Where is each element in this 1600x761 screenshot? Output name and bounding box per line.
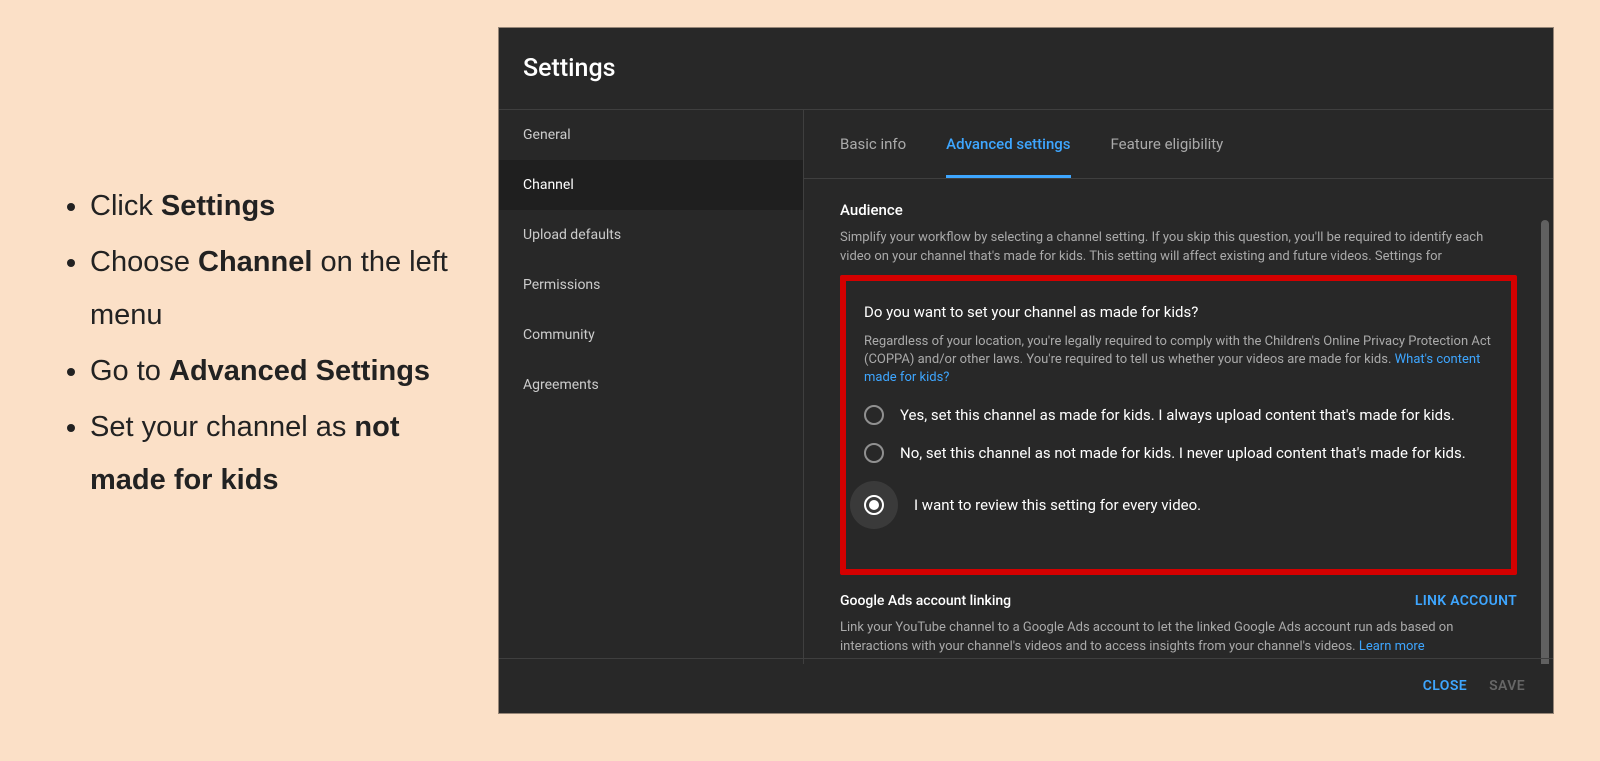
audience-legal: Regardless of your location, you're lega… xyxy=(864,333,1493,388)
ads-learn-more-link[interactable]: Learn more xyxy=(1359,639,1425,654)
radio-icon xyxy=(864,495,884,515)
settings-sidebar: General Channel Upload defaults Permissi… xyxy=(499,110,804,664)
audience-question: Do you want to set your channel as made … xyxy=(864,303,1493,321)
instruction-item: Set your channel as not made for kids xyxy=(90,401,472,508)
sidebar-item-agreements[interactable]: Agreements xyxy=(499,360,803,410)
dialog-footer: CLOSE SAVE xyxy=(499,658,1553,713)
sidebar-item-permissions[interactable]: Permissions xyxy=(499,260,803,310)
ads-linking-title: Google Ads account linking xyxy=(840,593,1011,609)
instructions-panel: Click Settings Choose Channel on the lef… xyxy=(52,180,472,510)
settings-dialog: Settings General Channel Upload defaults… xyxy=(499,28,1553,713)
radio-option-review[interactable]: I want to review this setting for every … xyxy=(864,481,1493,529)
sidebar-item-community[interactable]: Community xyxy=(499,310,803,360)
instruction-item: Go to Advanced Settings xyxy=(90,345,472,399)
radio-option-no[interactable]: No, set this channel as not made for kid… xyxy=(864,443,1493,463)
radio-ripple xyxy=(850,481,898,529)
ads-linking-desc: Link your YouTube channel to a Google Ad… xyxy=(840,619,1480,657)
dialog-title: Settings xyxy=(523,54,1529,83)
radio-option-yes[interactable]: Yes, set this channel as made for kids. … xyxy=(864,405,1493,425)
audience-highlight-box: Do you want to set your channel as made … xyxy=(840,275,1517,576)
link-account-button[interactable]: LINK ACCOUNT xyxy=(1415,593,1517,609)
radio-label: No, set this channel as not made for kid… xyxy=(900,444,1466,462)
sidebar-item-general[interactable]: General xyxy=(499,110,803,160)
tab-feature-eligibility[interactable]: Feature eligibility xyxy=(1111,111,1224,177)
radio-icon xyxy=(864,443,884,463)
tab-basic-info[interactable]: Basic info xyxy=(840,111,906,177)
audience-desc: Simplify your workflow by selecting a ch… xyxy=(840,229,1500,267)
instruction-item: Choose Channel on the left menu xyxy=(90,236,472,343)
sidebar-item-channel[interactable]: Channel xyxy=(499,160,803,210)
dialog-header: Settings xyxy=(499,28,1553,109)
radio-label: I want to review this setting for every … xyxy=(914,496,1201,514)
sidebar-item-upload-defaults[interactable]: Upload defaults xyxy=(499,210,803,260)
settings-tabs: Basic info Advanced settings Feature eli… xyxy=(804,110,1553,179)
save-button[interactable]: SAVE xyxy=(1489,678,1525,694)
settings-main: Basic info Advanced settings Feature eli… xyxy=(804,110,1553,664)
tab-advanced-settings[interactable]: Advanced settings xyxy=(946,111,1070,177)
radio-icon xyxy=(864,405,884,425)
instruction-item: Click Settings xyxy=(90,180,472,234)
radio-label: Yes, set this channel as made for kids. … xyxy=(900,406,1455,424)
audience-heading: Audience xyxy=(840,201,1517,219)
close-button[interactable]: CLOSE xyxy=(1423,678,1467,694)
